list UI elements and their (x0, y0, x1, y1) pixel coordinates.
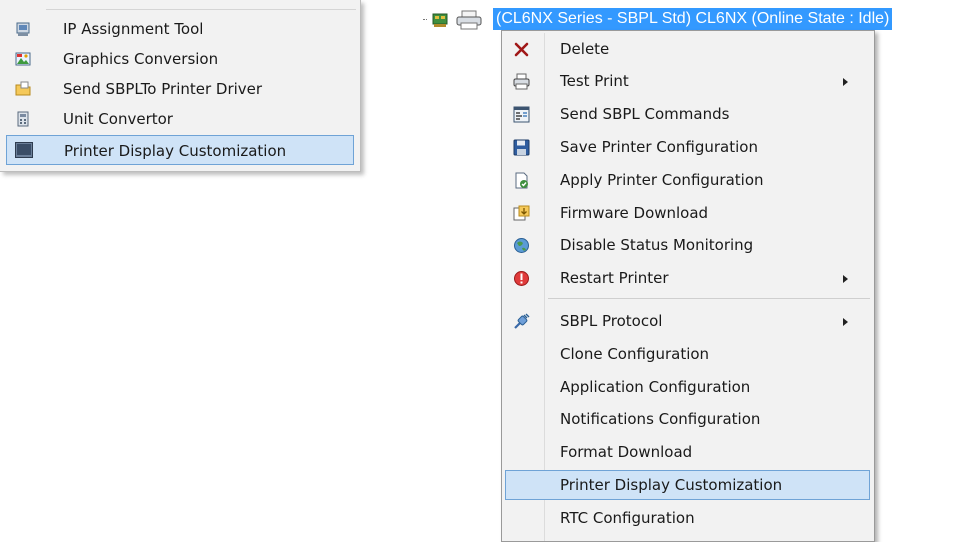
printer-tree-node[interactable]: (CL6NX Series - SBPL Std) CL6NX (Online … (423, 8, 973, 32)
submenu-arrow-icon (843, 275, 848, 283)
context-item-label: Save Printer Configuration (560, 138, 758, 156)
apply-config-icon (513, 172, 530, 189)
calculator-icon (15, 111, 31, 127)
delete-x-icon (513, 41, 530, 58)
menu-item-label: Graphics Conversion (63, 50, 219, 68)
submenu-arrow-icon (843, 318, 848, 326)
firmware-download-icon (513, 205, 530, 222)
context-item-rtc-configuration[interactable]: RTC Configuration (505, 503, 870, 533)
printer-node-label[interactable]: (CL6NX Series - SBPL Std) CL6NX (Online … (493, 8, 893, 30)
printer-icon (456, 10, 482, 30)
globe-icon (513, 237, 530, 254)
context-item-firmware-download[interactable]: Firmware Download (505, 198, 870, 228)
menu-item-send-sbpl-to-printer-driver[interactable]: Send SBPLTo Printer Driver (6, 74, 354, 104)
context-item-label: Application Configuration (560, 378, 751, 396)
folder-icon (15, 81, 31, 97)
menu-item-label: IP Assignment Tool (63, 20, 204, 38)
printer-icon (513, 73, 530, 90)
plug-icon (513, 313, 530, 330)
context-item-label: RTC Configuration (560, 509, 695, 527)
context-item-save-printer-configuration[interactable]: Save Printer Configuration (505, 132, 870, 162)
command-window-icon (513, 106, 530, 123)
submenu-arrow-icon (843, 78, 848, 86)
context-item-restart-printer[interactable]: Restart Printer (505, 263, 870, 293)
context-item-label: SBPL Protocol (560, 312, 663, 330)
context-item-label: Notifications Configuration (560, 410, 761, 428)
context-item-apply-printer-configuration[interactable]: Apply Printer Configuration (505, 165, 870, 195)
context-item-disable-status-monitoring[interactable]: Disable Status Monitoring (505, 230, 870, 260)
menu-item-label: Unit Convertor (63, 110, 173, 128)
context-item-label: Test Print (560, 72, 629, 90)
context-item-label: Send SBPL Commands (560, 105, 730, 123)
context-item-send-sbpl-commands[interactable]: Send SBPL Commands (505, 99, 870, 129)
context-item-label: Clone Configuration (560, 345, 710, 363)
context-item-printer-display-customization[interactable]: Printer Display Customization (505, 470, 870, 500)
tools-menu: IP Assignment Tool Graphics Conversion S… (0, 0, 361, 172)
context-item-label: Printer Display Customization (560, 476, 783, 494)
menu-separator (46, 9, 356, 10)
context-item-notifications-configuration[interactable]: Notifications Configuration (505, 404, 870, 434)
tree-connector (423, 19, 427, 21)
context-item-clone-configuration[interactable]: Clone Configuration (505, 339, 870, 369)
context-item-label: Firmware Download (560, 204, 709, 222)
context-item-format-download[interactable]: Format Download (505, 437, 870, 467)
context-item-label: Delete (560, 40, 610, 58)
menu-item-unit-convertor[interactable]: Unit Convertor (6, 104, 354, 134)
printer-context-menu: Delete Test Print Send SBPL Commands Sav… (501, 30, 875, 542)
context-item-test-print[interactable]: Test Print (505, 66, 870, 96)
context-item-label: Restart Printer (560, 269, 669, 287)
alert-icon (513, 270, 530, 287)
context-item-label: Format Download (560, 443, 693, 461)
display-panel-icon (15, 142, 33, 158)
menu-item-label: Printer Display Customization (64, 142, 287, 160)
context-item-label: Apply Printer Configuration (560, 171, 764, 189)
network-tool-icon (15, 21, 31, 37)
menu-item-graphics-conversion[interactable]: Graphics Conversion (6, 44, 354, 74)
floppy-disk-icon (513, 139, 530, 156)
network-card-icon (431, 11, 449, 29)
picture-icon (15, 51, 31, 67)
context-item-application-configuration[interactable]: Application Configuration (505, 372, 870, 402)
menu-item-label: Send SBPLTo Printer Driver (63, 80, 263, 98)
context-item-sbpl-protocol[interactable]: SBPL Protocol (505, 306, 870, 336)
menu-item-ip-assignment-tool[interactable]: IP Assignment Tool (6, 14, 354, 44)
menu-item-printer-display-customization[interactable]: Printer Display Customization (6, 135, 354, 165)
context-item-label: Disable Status Monitoring (560, 236, 754, 254)
menu-separator (548, 298, 870, 299)
context-item-delete[interactable]: Delete (505, 34, 870, 64)
